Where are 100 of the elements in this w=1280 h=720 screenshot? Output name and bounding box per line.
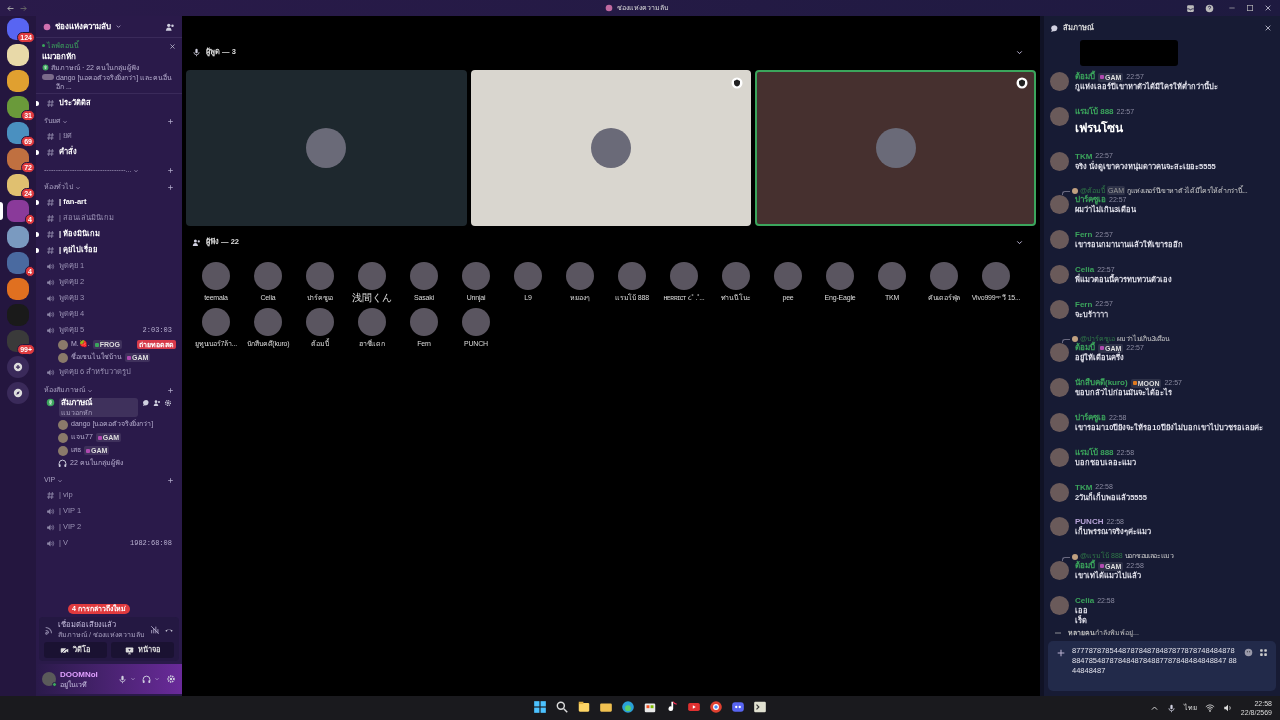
- apps-icon[interactable]: [1259, 648, 1268, 657]
- user-avatar[interactable]: [1050, 482, 1069, 502]
- message-author[interactable]: ปาร์คซูเอ: [1075, 194, 1106, 207]
- message-author[interactable]: แรมโบ้ 888: [1075, 446, 1114, 459]
- settings-icon[interactable]: [164, 399, 172, 407]
- listener-avatar[interactable]: [410, 262, 438, 290]
- server-icon[interactable]: [7, 278, 29, 300]
- listener-avatar[interactable]: [566, 262, 594, 290]
- listener-avatar[interactable]: [930, 262, 958, 290]
- signal-icon[interactable]: [44, 624, 54, 635]
- user-avatar[interactable]: [1050, 517, 1069, 537]
- maximize-icon[interactable]: [1246, 4, 1254, 12]
- listener-avatar[interactable]: [306, 262, 334, 290]
- start-icon[interactable]: [533, 700, 547, 714]
- headphones-icon[interactable]: [142, 674, 151, 684]
- listener-avatar[interactable]: [618, 262, 646, 290]
- inbox-icon[interactable]: [1186, 3, 1195, 13]
- user-avatar[interactable]: [1050, 561, 1069, 581]
- server-icon[interactable]: [7, 70, 29, 92]
- listener-avatar[interactable]: [254, 308, 282, 336]
- server-icon[interactable]: [7, 226, 29, 248]
- add-channel-icon[interactable]: [167, 387, 174, 394]
- help-icon[interactable]: [1205, 3, 1214, 13]
- video-icon[interactable]: [687, 700, 701, 714]
- message-author[interactable]: TKM: [1075, 150, 1093, 163]
- add-server-button[interactable]: [7, 356, 29, 378]
- listener-avatar[interactable]: [254, 262, 282, 290]
- server-name[interactable]: ช่องแห่งความลับ: [55, 20, 111, 33]
- chat-icon[interactable]: [142, 399, 150, 407]
- files-icon[interactable]: [577, 700, 591, 714]
- chevron-down-icon[interactable]: [133, 167, 140, 174]
- forward-arrow-icon[interactable]: [19, 3, 28, 13]
- terminal-icon[interactable]: [753, 700, 767, 714]
- message-author[interactable]: ต้อมบี้: [1075, 71, 1095, 83]
- user-avatar[interactable]: [42, 672, 56, 686]
- user-avatar[interactable]: [1050, 447, 1069, 467]
- chevron-down-icon[interactable]: [130, 676, 136, 682]
- invite-icon[interactable]: [165, 21, 175, 32]
- shield-icon[interactable]: [1016, 77, 1028, 89]
- listener-avatar[interactable]: [462, 308, 490, 336]
- user-avatar[interactable]: [1050, 595, 1069, 615]
- add-channel-icon[interactable]: [167, 167, 174, 174]
- user-avatar[interactable]: [1050, 106, 1069, 126]
- message-author[interactable]: ต้อมบี้: [1075, 560, 1095, 573]
- message-author[interactable]: ปาร์คซูเอ: [1075, 412, 1106, 425]
- message-author[interactable]: Celia: [1075, 594, 1095, 607]
- browser-icon[interactable]: [621, 700, 635, 714]
- user-avatar[interactable]: [1050, 343, 1069, 363]
- add-channel-icon[interactable]: [167, 477, 174, 484]
- microphone-icon[interactable]: [118, 674, 127, 684]
- volume-icon[interactable]: [1222, 703, 1233, 713]
- user-avatar[interactable]: [1050, 264, 1069, 284]
- speaker-tile[interactable]: [470, 70, 752, 226]
- user-avatar[interactable]: [1050, 195, 1069, 215]
- listener-avatar[interactable]: [774, 262, 802, 290]
- user-avatar[interactable]: [1050, 378, 1069, 398]
- message-author[interactable]: Fern: [1075, 229, 1093, 242]
- back-arrow-icon[interactable]: [6, 3, 15, 13]
- chevron-down-icon[interactable]: [57, 477, 64, 484]
- microphone-icon[interactable]: [1166, 703, 1176, 713]
- settings-icon[interactable]: [166, 674, 176, 684]
- listener-avatar[interactable]: [722, 262, 750, 290]
- chevron-down-icon[interactable]: [87, 387, 93, 394]
- chevron-down-icon[interactable]: [115, 23, 122, 30]
- user-avatar[interactable]: [1050, 299, 1069, 319]
- listener-avatar[interactable]: [202, 308, 230, 336]
- listener-avatar[interactable]: [982, 262, 1010, 290]
- discover-button[interactable]: [7, 382, 29, 404]
- chevron-down-icon[interactable]: [62, 118, 68, 125]
- listener-avatar[interactable]: [878, 262, 906, 290]
- listener-avatar[interactable]: [358, 308, 386, 336]
- search-icon[interactable]: [555, 700, 569, 714]
- speaker-tile[interactable]: [186, 70, 467, 226]
- close-icon[interactable]: [169, 43, 176, 50]
- emoji-icon[interactable]: [1244, 648, 1253, 657]
- listener-avatar[interactable]: [826, 262, 854, 290]
- add-attachment-icon[interactable]: [1056, 648, 1066, 658]
- wifi-icon[interactable]: [1204, 703, 1215, 713]
- chat-app-icon[interactable]: [731, 700, 745, 714]
- live-stage-title[interactable]: แมวอกหัก: [42, 51, 176, 62]
- user-avatar[interactable]: [1050, 230, 1069, 250]
- close-icon[interactable]: [1264, 4, 1272, 12]
- invite-icon[interactable]: [153, 399, 161, 407]
- user-avatar[interactable]: [1050, 413, 1069, 433]
- chevron-down-icon[interactable]: [75, 184, 81, 191]
- speaker-tile[interactable]: [755, 70, 1036, 226]
- listener-avatar[interactable]: [306, 308, 334, 336]
- listener-avatar[interactable]: [462, 262, 490, 290]
- listener-avatar[interactable]: [358, 262, 386, 290]
- listener-avatar[interactable]: [514, 262, 542, 290]
- listener-avatar[interactable]: [670, 262, 698, 290]
- shield-icon[interactable]: [731, 77, 744, 89]
- noise-suppression-icon[interactable]: [150, 624, 160, 635]
- message-author[interactable]: Fern: [1075, 298, 1093, 311]
- close-icon[interactable]: [1264, 24, 1272, 32]
- user-avatar[interactable]: [1050, 151, 1069, 171]
- server-icon[interactable]: [7, 44, 29, 66]
- listener-avatar[interactable]: [202, 262, 230, 290]
- add-channel-icon[interactable]: [167, 184, 174, 191]
- add-channel-icon[interactable]: [167, 118, 174, 125]
